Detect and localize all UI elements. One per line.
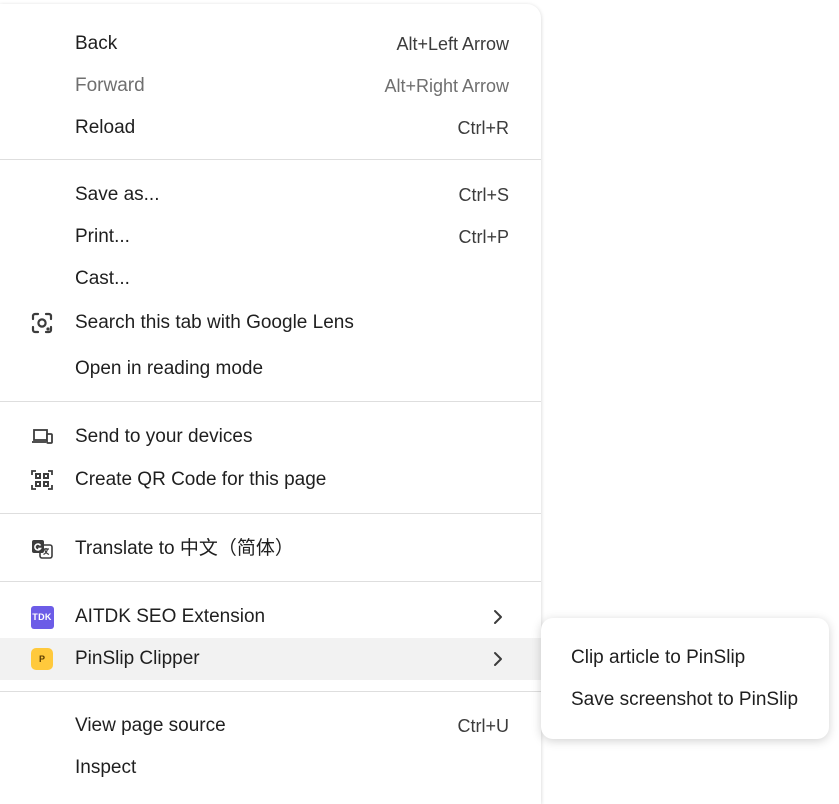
menu-item-label: Translate to 中文（简体） [75, 538, 294, 559]
menu-item-view-source[interactable]: View page source Ctrl+U [0, 705, 541, 747]
menu-item-label: Send to your devices [75, 426, 253, 447]
menu-item-reload[interactable]: Reload Ctrl+R [0, 107, 541, 149]
menu-item-send-to-devices[interactable]: Send to your devices [0, 416, 541, 458]
menu-item-shortcut: Ctrl+U [457, 716, 509, 736]
menu-item-pinslip-clipper[interactable]: P PinSlip Clipper [0, 638, 541, 680]
menu-item-translate[interactable]: Translate to 中文（简体） [0, 528, 541, 570]
menu-item-back[interactable]: Back Alt+Left Arrow [0, 23, 541, 65]
menu-item-label: PinSlip Clipper [75, 648, 200, 669]
menu-item-label: Print... [75, 226, 130, 247]
menu-item-label: Search this tab with Google Lens [75, 312, 354, 333]
menu-item-aitdk-seo[interactable]: TDK AITDK SEO Extension [0, 596, 541, 638]
menu-item-label: Inspect [75, 757, 137, 778]
google-lens-icon [28, 309, 56, 337]
menu-item-forward: Forward Alt+Right Arrow [0, 65, 541, 107]
menu-item-label: Forward [75, 75, 145, 96]
menu-item-shortcut: Ctrl+R [457, 118, 509, 138]
menu-item-inspect[interactable]: Inspect [0, 747, 541, 789]
context-menu: Back Alt+Left Arrow Forward Alt+Right Ar… [0, 4, 541, 804]
submenu-item-label: Save screenshot to PinSlip [571, 689, 799, 710]
menu-item-reading-mode[interactable]: Open in reading mode [0, 348, 541, 390]
chevron-right-icon [494, 610, 502, 624]
menu-item-save-as[interactable]: Save as... Ctrl+S [0, 174, 541, 216]
menu-item-print[interactable]: Print... Ctrl+P [0, 216, 541, 258]
menu-item-label: Back [75, 33, 118, 54]
menu-item-label: Reload [75, 117, 136, 138]
submenu-item-label: Clip article to PinSlip [571, 647, 746, 668]
qr-code-icon [28, 466, 56, 494]
menu-item-shortcut: Ctrl+P [458, 227, 509, 247]
menu-item-label: Open in reading mode [75, 358, 264, 379]
aitdk-badge-text: TDK [30, 605, 54, 629]
submenu-item-clip-article[interactable]: Clip article to PinSlip [541, 637, 829, 679]
menu-item-label: View page source [75, 715, 226, 736]
menu-item-label: AITDK SEO Extension [75, 606, 266, 627]
pinslip-submenu: Clip article to PinSlip Save screenshot … [541, 618, 829, 739]
menu-separator [0, 401, 541, 402]
translate-icon [28, 535, 56, 563]
chevron-right-icon [494, 652, 502, 666]
menu-item-cast[interactable]: Cast... [0, 258, 541, 300]
menu-separator [0, 513, 541, 514]
menu-item-shortcut: Alt+Left Arrow [396, 34, 509, 54]
menu-item-shortcut: Ctrl+S [458, 185, 509, 205]
menu-item-google-lens[interactable]: Search this tab with Google Lens [0, 302, 541, 344]
menu-item-qr-code[interactable]: Create QR Code for this page [0, 459, 541, 501]
aitdk-extension-icon: TDK [28, 603, 56, 631]
menu-item-label: Save as... [75, 184, 160, 205]
menu-item-label: Cast... [75, 268, 130, 289]
pinslip-badge-text: P [31, 648, 53, 670]
menu-separator [0, 691, 541, 692]
submenu-item-save-screenshot[interactable]: Save screenshot to PinSlip [541, 679, 829, 721]
menu-separator [0, 581, 541, 582]
menu-item-label: Create QR Code for this page [75, 469, 327, 490]
menu-item-shortcut: Alt+Right Arrow [384, 76, 509, 96]
devices-icon [28, 423, 56, 451]
pinslip-extension-icon: P [28, 645, 56, 673]
menu-separator [0, 159, 541, 160]
